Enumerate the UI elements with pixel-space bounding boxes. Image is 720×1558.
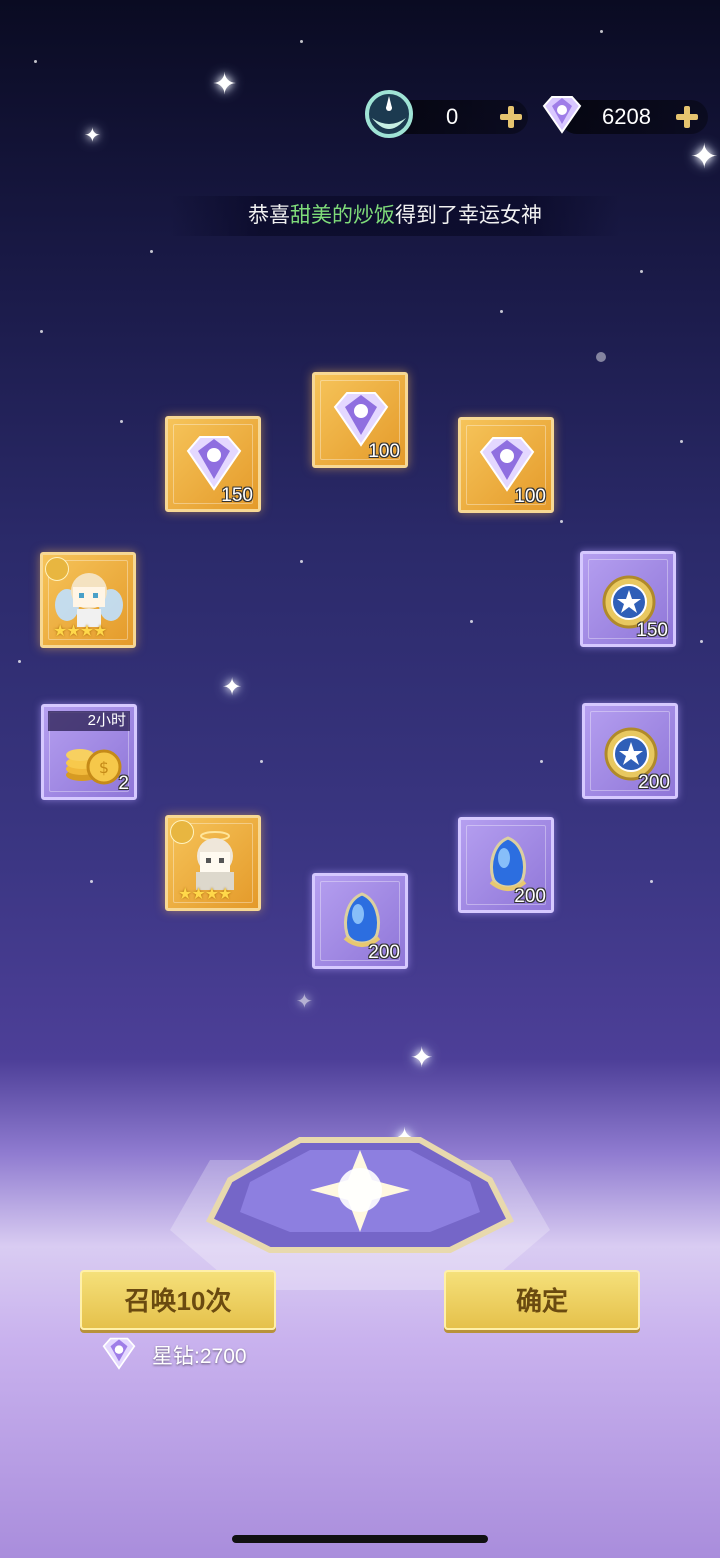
reward-quantity: 200 <box>514 886 546 907</box>
hero-angel-portrait-icon <box>55 573 123 627</box>
star-rating: ★★★★ <box>53 623 107 640</box>
svg-text:$: $ <box>99 758 109 777</box>
reward-card-gold-coins[interactable]: 2小时 $ 2 <box>41 704 137 800</box>
duration-label: 2小时 <box>48 711 130 731</box>
reward-card-diamond-150[interactable]: 150 <box>165 416 261 512</box>
hero-priestess-portrait-icon <box>196 831 234 890</box>
reward-card-star-coin-150[interactable]: 150 <box>580 551 676 647</box>
reward-card-blue-crystal-200[interactable]: 200 <box>312 873 408 969</box>
announcement-banner: 恭喜甜美的炒饭得到了幸运女神 <box>170 196 620 236</box>
moon-currency-icon <box>365 90 413 138</box>
diamond-icon <box>479 437 535 492</box>
summon-10x-button[interactable]: 召唤10次 <box>80 1270 276 1330</box>
summon-cost-label: 星钻:2700 <box>152 1345 247 1368</box>
reward-quantity: 100 <box>514 486 546 507</box>
add-gem-currency-button[interactable] <box>676 106 698 128</box>
reward-quantity: 200 <box>368 942 400 963</box>
reward-quantity: 150 <box>636 620 668 641</box>
announcement-suffix: 得到了幸运女神 <box>395 204 542 227</box>
reward-card-hero-priestess[interactable]: ★★★★ <box>165 815 261 911</box>
reward-card-hero-angel[interactable]: ★★★★ <box>40 552 136 648</box>
diamond-icon <box>186 436 242 491</box>
reward-card-blue-crystal-200[interactable]: 200 <box>458 817 554 913</box>
home-indicator[interactable] <box>232 1535 488 1543</box>
reward-card-star-coin-200[interactable]: 200 <box>582 703 678 799</box>
reward-quantity: 2 <box>118 773 129 794</box>
reward-card-diamond-100[interactable]: 100 <box>458 417 554 513</box>
reward-card-diamond-100[interactable]: 100 <box>312 372 408 468</box>
announcement-prefix: 恭喜 <box>248 204 290 227</box>
add-moon-currency-button[interactable] <box>500 106 522 128</box>
confirm-button[interactable]: 确定 <box>444 1270 640 1330</box>
announcement-player-name: 甜美的炒饭 <box>290 204 395 227</box>
star-diamond-icon <box>102 1337 136 1370</box>
star-rating: ★★★★ <box>178 886 232 903</box>
moon-currency-value: 0 <box>446 104 459 129</box>
reward-quantity: 200 <box>638 772 670 793</box>
star-diamond-icon <box>542 96 582 134</box>
reward-quantity: 150 <box>221 485 253 506</box>
reward-quantity: 100 <box>368 441 400 462</box>
gold-coins-icon: $ <box>66 749 122 785</box>
gem-currency-value: 6208 <box>602 104 651 129</box>
diamond-icon <box>333 392 389 447</box>
